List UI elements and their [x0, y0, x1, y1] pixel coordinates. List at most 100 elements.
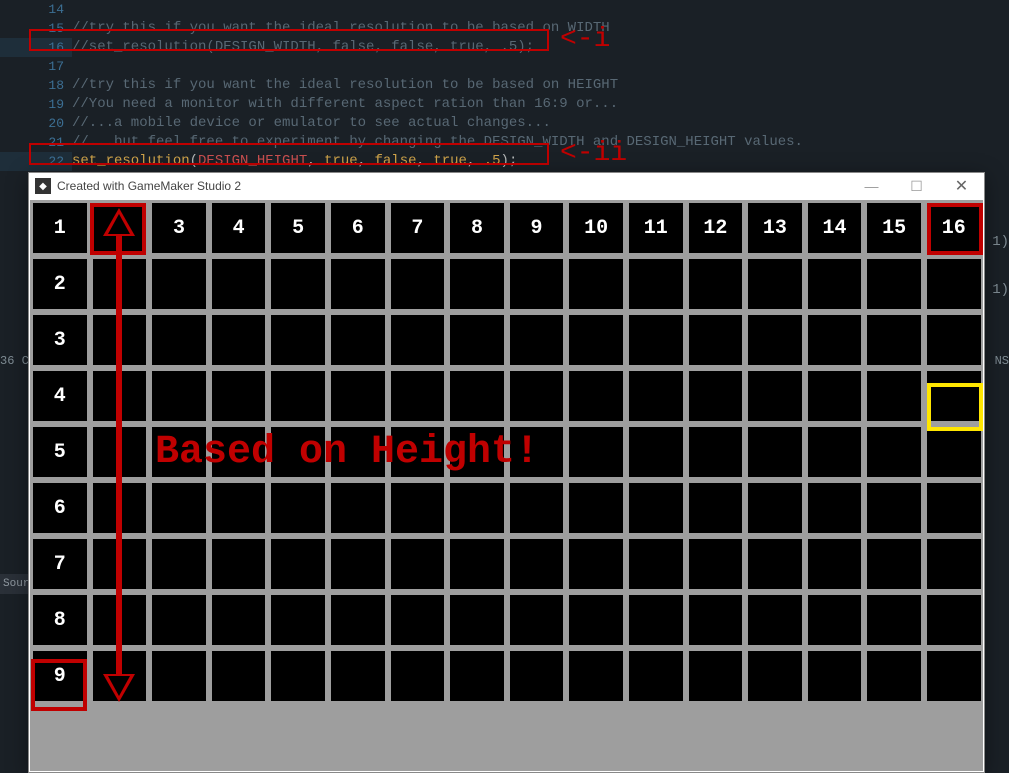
grid-cell: 9 — [510, 203, 564, 253]
background-tab-fragment: Sour — [0, 574, 30, 594]
grid-cell — [510, 259, 564, 309]
grid-cell — [569, 259, 623, 309]
grid-cell — [450, 427, 504, 477]
grid-cell — [450, 539, 504, 589]
grid-cell — [152, 539, 206, 589]
arrow-shaft — [116, 234, 122, 674]
grid-cell — [569, 427, 623, 477]
grid-cell — [271, 539, 325, 589]
line-number: 21 — [0, 133, 72, 152]
code-line[interactable]: //...but feel free to experiment by chan… — [72, 133, 1009, 152]
code-line[interactable] — [72, 0, 1009, 19]
grid-cell — [629, 259, 683, 309]
window-titlebar[interactable]: ◆ Created with GameMaker Studio 2 — ☐ ✕ — [29, 173, 984, 199]
grid-cell — [689, 427, 743, 477]
grid-cell — [927, 371, 981, 421]
grid-cell — [867, 651, 921, 701]
grid-cell — [271, 483, 325, 533]
grid-cell — [331, 651, 385, 701]
code-token: false — [374, 153, 416, 169]
grid-cell — [510, 427, 564, 477]
grid-cell — [271, 427, 325, 477]
code-token: //...but feel free to experiment by chan… — [72, 134, 803, 150]
grid-cell — [569, 483, 623, 533]
code-line[interactable]: //try this if you want the ideal resolut… — [72, 76, 1009, 95]
code-token: //try this if you want the ideal resolut… — [72, 20, 610, 36]
grid-cell — [569, 315, 623, 365]
line-number: 18 — [0, 76, 72, 95]
maximize-button[interactable]: ☐ — [894, 173, 939, 199]
code-token: //set_resolution(DESIGN_WIDTH, false, fa… — [72, 39, 534, 55]
grid-cell — [689, 315, 743, 365]
grid-cell — [867, 259, 921, 309]
grid-cell: 3 — [33, 315, 87, 365]
code-editor[interactable]: 141516171819202122 //try this if you wan… — [0, 0, 1009, 172]
grid-cell: 7 — [391, 203, 445, 253]
code-token: set_resolution — [72, 153, 190, 169]
grid-cell: 6 — [331, 203, 385, 253]
grid-cell — [808, 315, 862, 365]
game-grid: 1234567891011121314151623456789 — [30, 200, 984, 704]
grid-cell — [927, 259, 981, 309]
grid-cell — [867, 371, 921, 421]
grid-cell — [450, 259, 504, 309]
grid-cell — [748, 427, 802, 477]
grid-cell — [331, 595, 385, 645]
grid-cell — [152, 595, 206, 645]
grid-cell — [569, 651, 623, 701]
grid-cell — [510, 483, 564, 533]
grid-cell — [927, 651, 981, 701]
code-line[interactable]: //You need a monitor with different aspe… — [72, 95, 1009, 114]
grid-cell — [212, 259, 266, 309]
grid-cell: 7 — [33, 539, 87, 589]
grid-cell — [271, 371, 325, 421]
grid-cell: 3 — [152, 203, 206, 253]
grid-cell — [808, 595, 862, 645]
code-token: ( — [190, 153, 198, 169]
grid-cell — [271, 595, 325, 645]
grid-cell — [629, 371, 683, 421]
code-line[interactable]: //try this if you want the ideal resolut… — [72, 19, 1009, 38]
grid-cell — [152, 371, 206, 421]
code-area[interactable]: //try this if you want the ideal resolut… — [72, 0, 1009, 172]
grid-cell — [152, 427, 206, 477]
grid-cell — [569, 595, 623, 645]
line-number: 19 — [0, 95, 72, 114]
line-number: 17 — [0, 57, 72, 76]
grid-cell — [450, 595, 504, 645]
grid-cell — [867, 539, 921, 589]
grid-cell: 14 — [808, 203, 862, 253]
grid-cell — [510, 371, 564, 421]
minimize-button[interactable]: — — [849, 173, 894, 199]
grid-cell: 8 — [450, 203, 504, 253]
grid-cell — [629, 595, 683, 645]
grid-cell — [212, 595, 266, 645]
code-line[interactable]: set_resolution(DESIGN_HEIGHT, true, fals… — [72, 152, 1009, 171]
grid-cell — [629, 315, 683, 365]
grid-cell — [152, 483, 206, 533]
code-token: , — [467, 153, 484, 169]
code-token: //...a mobile device or emulator to see … — [72, 115, 551, 131]
grid-cell — [152, 259, 206, 309]
close-button[interactable]: ✕ — [939, 173, 984, 199]
grid-cell — [212, 483, 266, 533]
side-fragment-b: 1) — [992, 282, 1009, 298]
grid-cell — [689, 651, 743, 701]
grid-cell — [212, 315, 266, 365]
grid-cell — [808, 539, 862, 589]
app-icon: ◆ — [35, 178, 51, 194]
code-line[interactable] — [72, 57, 1009, 76]
grid-cell: 16 — [927, 203, 981, 253]
grid-cell — [391, 371, 445, 421]
grid-cell — [927, 315, 981, 365]
grid-cell: 1 — [33, 203, 87, 253]
code-token: //try this if you want the ideal resolut… — [72, 77, 618, 93]
code-line[interactable]: //...a mobile device or emulator to see … — [72, 114, 1009, 133]
code-line[interactable]: //set_resolution(DESIGN_WIDTH, false, fa… — [72, 38, 1009, 57]
grid-cell — [748, 539, 802, 589]
grid-cell — [271, 651, 325, 701]
grid-cell — [212, 651, 266, 701]
grid-cell — [629, 651, 683, 701]
grid-cell: 15 — [867, 203, 921, 253]
grid-cell — [867, 483, 921, 533]
